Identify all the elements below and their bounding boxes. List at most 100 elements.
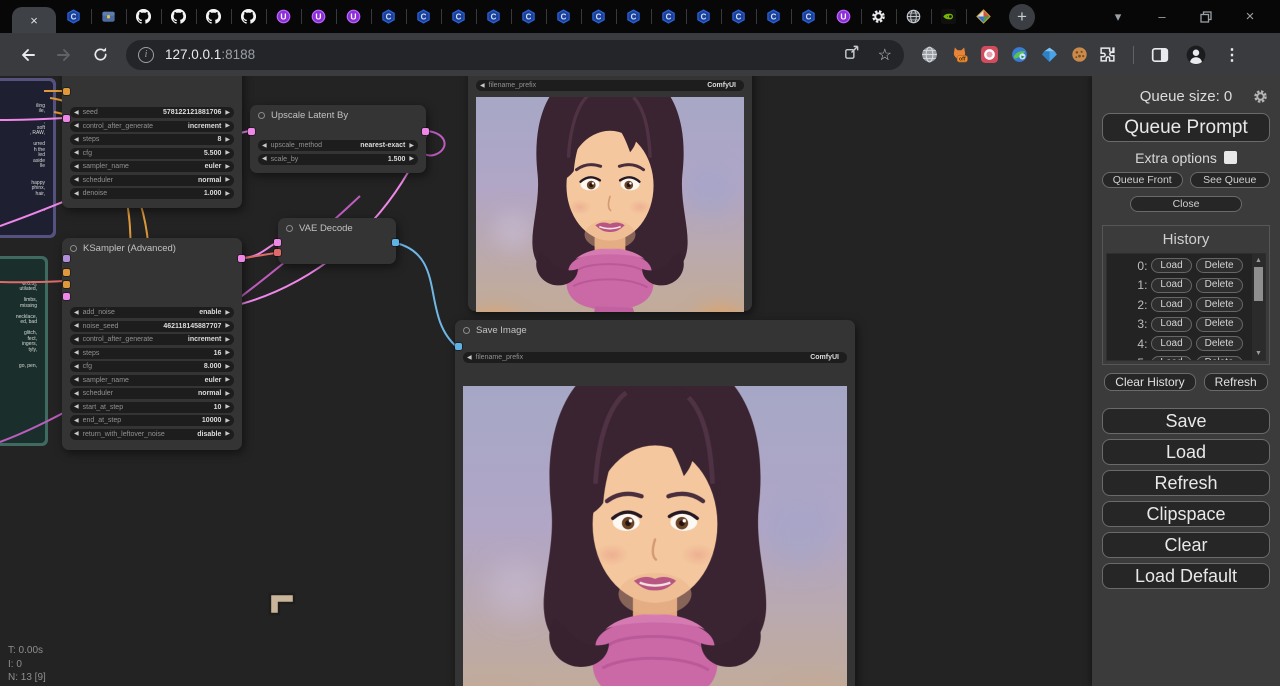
node-widget[interactable]: ◀ filename_prefix ComfyUI bbox=[476, 80, 744, 91]
node-widget[interactable]: ◀ start_at_step 10 ▶ bbox=[70, 402, 234, 413]
widget-right-arrow-icon[interactable]: ▶ bbox=[225, 177, 230, 183]
widget-left-arrow-icon[interactable]: ◀ bbox=[74, 418, 79, 424]
browser-tab[interactable] bbox=[441, 0, 476, 33]
extension-icon[interactable] bbox=[1040, 45, 1059, 64]
menu-button[interactable]: Clear bbox=[1102, 532, 1270, 558]
input-slot-positive[interactable] bbox=[63, 269, 70, 276]
comfyui-graph-canvas[interactable]: ilingile, ,soft, RAW, urredh theledaside… bbox=[0, 76, 1092, 686]
browser-tab[interactable] bbox=[721, 0, 756, 33]
history-load-button[interactable]: Load bbox=[1151, 297, 1191, 312]
node-upscale-header[interactable]: Upscale Latent By bbox=[250, 105, 426, 125]
browser-tab[interactable] bbox=[686, 0, 721, 33]
extensions-puzzle-icon[interactable] bbox=[1094, 42, 1120, 68]
history-refresh-button[interactable]: Refresh bbox=[1204, 373, 1268, 391]
see-queue-button[interactable]: See Queue bbox=[1190, 172, 1271, 188]
history-delete-button[interactable]: Delete bbox=[1196, 317, 1243, 332]
tab-search-chevron-icon[interactable]: ▾ bbox=[1096, 2, 1140, 32]
history-delete-button[interactable]: Delete bbox=[1196, 297, 1243, 312]
history-load-button[interactable]: Load bbox=[1151, 278, 1191, 293]
widget-left-arrow-icon[interactable]: ◀ bbox=[74, 377, 79, 383]
node-upscale-latent[interactable]: Upscale Latent By ◀ upscale_method neare… bbox=[250, 105, 426, 173]
bookmark-star-icon[interactable]: ☆ bbox=[878, 45, 892, 65]
positive-prompt-node[interactable]: ilingile, ,soft, RAW, urredh theledaside… bbox=[0, 78, 56, 238]
browser-tab[interactable] bbox=[231, 0, 266, 33]
history-load-button[interactable]: Load bbox=[1151, 258, 1191, 273]
widget-left-arrow-icon[interactable]: ◀ bbox=[74, 191, 79, 197]
widget-right-arrow-icon[interactable]: ▶ bbox=[225, 110, 230, 116]
node-widget[interactable]: ◀ steps 16 ▶ bbox=[70, 348, 234, 359]
widget-left-arrow-icon[interactable]: ◀ bbox=[74, 350, 79, 356]
queue-front-button[interactable]: Queue Front bbox=[1102, 172, 1183, 188]
widget-right-arrow-icon[interactable]: ▶ bbox=[225, 377, 230, 383]
widget-right-arrow-icon[interactable]: ▶ bbox=[409, 156, 414, 162]
extension-icon[interactable] bbox=[980, 45, 999, 64]
extension-icon[interactable] bbox=[1010, 45, 1029, 64]
history-delete-button[interactable]: Delete bbox=[1196, 258, 1243, 273]
scrollbar-thumb[interactable] bbox=[1254, 267, 1263, 301]
widget-right-arrow-icon[interactable]: ▶ bbox=[409, 143, 414, 149]
collapse-dot-icon[interactable] bbox=[286, 225, 293, 232]
menu-button[interactable]: Refresh bbox=[1102, 470, 1270, 496]
node-widget[interactable]: ◀ cfg 8.000 ▶ bbox=[70, 361, 234, 372]
browser-tab[interactable] bbox=[476, 0, 511, 33]
browser-tab[interactable] bbox=[791, 0, 826, 33]
widget-left-arrow-icon[interactable]: ◀ bbox=[74, 137, 79, 143]
browser-tab[interactable] bbox=[161, 0, 196, 33]
browser-tab[interactable] bbox=[126, 0, 161, 33]
active-tab[interactable]: × bbox=[12, 7, 56, 33]
node-widget[interactable]: ◀ denoise 1.000 ▶ bbox=[70, 188, 234, 199]
extension-icon[interactable] bbox=[950, 45, 969, 64]
reload-icon[interactable] bbox=[87, 42, 113, 68]
node-widget[interactable]: ◀ cfg 5.500 ▶ bbox=[70, 148, 234, 159]
widget-right-arrow-icon[interactable]: ▶ bbox=[225, 150, 230, 156]
node-ksampler-advanced[interactable]: KSampler (Advanced) ◀ add_noise enable ▶… bbox=[62, 238, 242, 450]
node-widget[interactable]: ◀ scale_by 1.500 ▶ bbox=[258, 154, 418, 165]
widget-right-arrow-icon[interactable]: ▶ bbox=[225, 337, 230, 343]
widget-left-arrow-icon[interactable]: ◀ bbox=[74, 310, 79, 316]
node-widget[interactable]: ◀ filename_prefix ComfyUI bbox=[463, 352, 847, 363]
widget-left-arrow-icon[interactable]: ◀ bbox=[74, 150, 79, 156]
node-widget[interactable]: ◀ seed 578122121881706 ▶ bbox=[70, 107, 234, 118]
widget-right-arrow-icon[interactable]: ▶ bbox=[225, 350, 230, 356]
widget-right-arrow-icon[interactable]: ▶ bbox=[225, 137, 230, 143]
close-button[interactable]: Close bbox=[1130, 196, 1242, 212]
browser-tab[interactable] bbox=[756, 0, 791, 33]
input-slot-samples[interactable] bbox=[274, 239, 281, 246]
history-load-button[interactable]: Load bbox=[1151, 317, 1191, 332]
browser-tab[interactable] bbox=[301, 0, 336, 33]
menu-button[interactable]: Load Default bbox=[1102, 563, 1270, 589]
widget-left-arrow-icon[interactable]: ◀ bbox=[74, 364, 79, 370]
widget-left-arrow-icon[interactable]: ◀ bbox=[74, 431, 79, 437]
widget-right-arrow-icon[interactable]: ▶ bbox=[225, 391, 230, 397]
menu-button[interactable]: Load bbox=[1102, 439, 1270, 465]
widget-right-arrow-icon[interactable]: ▶ bbox=[225, 404, 230, 410]
widget-left-arrow-icon[interactable]: ◀ bbox=[74, 337, 79, 343]
minimize-icon[interactable]: – bbox=[1140, 2, 1184, 32]
negative-prompt-node[interactable]: w:0.5],utilated, limbs,missing necklace,… bbox=[0, 256, 48, 446]
node-vae-decode[interactable]: VAE Decode bbox=[278, 218, 396, 264]
profile-avatar[interactable] bbox=[1183, 42, 1209, 68]
browser-tab[interactable] bbox=[616, 0, 651, 33]
browser-tab[interactable] bbox=[826, 0, 861, 33]
browser-tab[interactable] bbox=[266, 0, 301, 33]
browser-tab[interactable] bbox=[336, 0, 371, 33]
node-ksampler-advanced-header[interactable]: KSampler (Advanced) bbox=[62, 238, 242, 258]
menu-button[interactable]: Save bbox=[1102, 408, 1270, 434]
address-bar[interactable]: i 127.0.0.1:8188 ☆ bbox=[126, 40, 904, 70]
node-widget[interactable]: ◀ scheduler normal ▶ bbox=[70, 388, 234, 399]
input-slot-images[interactable] bbox=[455, 343, 462, 350]
side-panel-icon[interactable] bbox=[1147, 42, 1173, 68]
history-scrollbar[interactable]: ▲ ▼ bbox=[1252, 254, 1265, 360]
extra-options-checkbox[interactable] bbox=[1224, 151, 1237, 164]
widget-left-arrow-icon[interactable]: ◀ bbox=[74, 110, 79, 116]
input-slot-negative[interactable] bbox=[63, 281, 70, 288]
browser-tab[interactable] bbox=[511, 0, 546, 33]
share-icon[interactable] bbox=[843, 44, 860, 66]
browser-tab[interactable] bbox=[651, 0, 686, 33]
node-widget[interactable]: ◀ noise_seed 462118145887707 ▶ bbox=[70, 321, 234, 332]
history-delete-button[interactable]: Delete bbox=[1196, 336, 1243, 351]
output-slot-image[interactable] bbox=[392, 239, 399, 246]
history-load-button[interactable]: Load bbox=[1151, 336, 1191, 351]
widget-right-arrow-icon[interactable]: ▶ bbox=[225, 431, 230, 437]
restore-icon[interactable] bbox=[1184, 2, 1228, 32]
